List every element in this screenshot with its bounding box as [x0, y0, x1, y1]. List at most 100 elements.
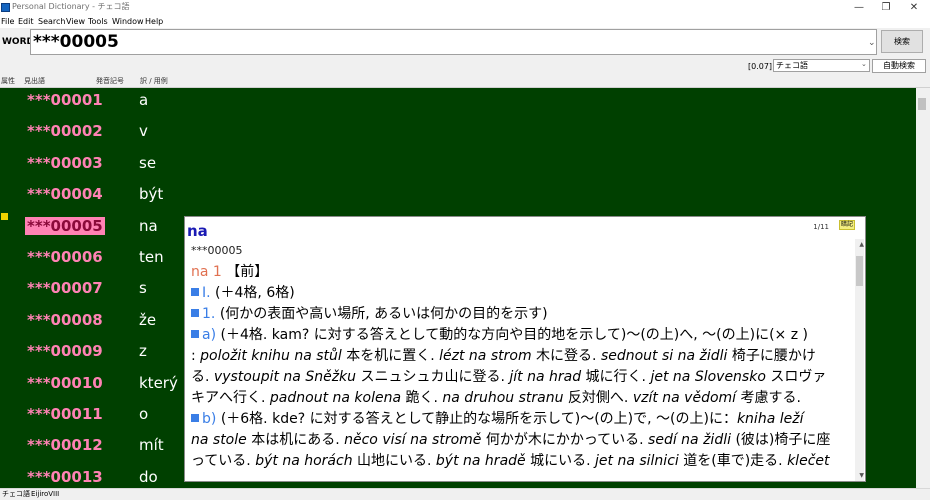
entry-word[interactable]: ten	[139, 248, 164, 266]
definition-text: (＋4格. kam? に対する答えとして動的な方向や目的地を示して)〜(の上)へ…	[220, 327, 809, 343]
status-source: EijiroVIII	[31, 490, 60, 498]
list-item[interactable]: ***00003 se	[0, 151, 916, 182]
definition-line: キアへ行く. padnout na kolena 跪く. na druhou s…	[191, 388, 849, 409]
menu-help[interactable]: Help	[145, 16, 163, 28]
search-button[interactable]: 検索	[881, 30, 923, 53]
square-bullet-icon	[191, 309, 199, 317]
entry-word[interactable]: a	[139, 91, 148, 109]
menu-tools[interactable]: Tools	[88, 16, 108, 28]
list-item[interactable]: ***00001 a	[0, 88, 916, 119]
popup-page-indicator: 1/11	[813, 223, 829, 231]
menu-window[interactable]: Window	[112, 16, 144, 28]
translation-text: 道を(車で)走る.	[678, 453, 788, 469]
definition-text: (＋6格. kde? に対する答えとして静止的な場所を示して)〜(の上)で, 〜…	[220, 411, 737, 427]
translation-text: :	[191, 348, 201, 364]
entry-word[interactable]: s	[139, 279, 147, 297]
translation-text: 何かが木にかかっている.	[481, 432, 649, 448]
entry-word[interactable]: mít	[139, 436, 164, 454]
popup-headword: na	[187, 222, 208, 240]
minimize-button[interactable]: —	[844, 0, 874, 16]
translation-text: 跪く.	[401, 390, 443, 406]
memorize-tag[interactable]: 暗記	[838, 220, 855, 230]
translation-text: 本は机にある.	[246, 432, 345, 448]
example-text: kniha leží	[736, 411, 804, 427]
popup-scroll-up-icon[interactable]: ▲	[859, 241, 864, 248]
app-icon	[1, 3, 10, 12]
column-pronunciation[interactable]: 発音記号	[96, 75, 124, 87]
translation-text: スニュシュカ山に登る.	[356, 369, 510, 385]
list-scrollbar[interactable]	[916, 88, 930, 488]
definition-line: る. vystoupit na Sněžku スニュシュカ山に登る. jít n…	[191, 367, 849, 388]
entry-code[interactable]: ***00011	[25, 405, 105, 423]
popup-scroll-down-icon[interactable]: ▼	[859, 472, 864, 479]
popup-scrollbar-thumb[interactable]	[856, 256, 863, 286]
entry-word[interactable]: v	[139, 122, 148, 140]
example-text: být na horách	[255, 453, 353, 469]
translation-text: キアへ行く.	[191, 390, 270, 406]
word-input-box[interactable]	[30, 29, 877, 55]
entry-word[interactable]: který	[139, 374, 178, 392]
status-bar: チェコ語 EijiroVIII	[0, 488, 930, 500]
maximize-button[interactable]: ❐	[871, 0, 901, 16]
menu-bar: File Edit Search View Tools Window Help	[0, 16, 930, 28]
column-attribute[interactable]: 属性	[1, 75, 15, 87]
example-text: na druhou stranu	[442, 390, 564, 406]
definition-line: : položit knihu na stůl 本を机に置く. lézt na …	[191, 346, 849, 367]
entry-code[interactable]: ***00005	[25, 216, 105, 235]
entry-word[interactable]: z	[139, 342, 147, 360]
entry-code[interactable]: ***00004	[25, 185, 105, 203]
square-bullet-icon	[191, 330, 199, 338]
entry-word[interactable]: na	[139, 217, 158, 235]
translation-text: 城に行く.	[581, 369, 651, 385]
chevron-down-icon[interactable]: ⌄	[868, 38, 876, 48]
entry-word[interactable]: do	[139, 468, 158, 486]
status-dictionary: チェコ語	[2, 490, 30, 498]
menu-search[interactable]: Search	[38, 16, 65, 28]
word-input[interactable]: ***00005	[33, 32, 119, 52]
close-button[interactable]: ✕	[899, 0, 929, 16]
list-scrollbar-thumb[interactable]	[918, 98, 926, 110]
column-translation[interactable]: 訳 / 用例	[140, 75, 168, 87]
definition-line: Ⅰ. (＋4格, 6格)	[191, 283, 849, 304]
definition-line: a) (＋4格. kam? に対する答えとして動的な方向や目的地を示して)〜(の…	[191, 325, 849, 346]
example-text: na stole	[191, 432, 247, 448]
entry-word[interactable]: se	[139, 154, 156, 172]
example-text: jet na silnici	[595, 453, 679, 469]
entry-code[interactable]: ***00010	[25, 374, 105, 392]
entry-code[interactable]: ***00001	[25, 91, 105, 109]
menu-edit[interactable]: Edit	[18, 16, 34, 28]
column-headword[interactable]: 見出語	[24, 75, 45, 87]
entry-code[interactable]: ***00007	[25, 279, 105, 297]
zoom-level: [0.07]	[748, 62, 773, 71]
definition-popup: na 1/11 暗記 ***00005 na 1 【前】 Ⅰ. (＋4格, 6格)…	[184, 216, 866, 482]
example-text: jít na hrad	[509, 369, 582, 385]
chevron-down-icon[interactable]: ⌄	[861, 60, 867, 68]
square-bullet-icon	[191, 414, 199, 422]
translation-text: スロヴァ	[765, 369, 827, 385]
sense-number: a)	[202, 327, 217, 343]
entry-word[interactable]: být	[139, 185, 163, 203]
menu-file[interactable]: File	[1, 16, 14, 28]
entry-code[interactable]: ***00002	[25, 122, 105, 140]
translation-text: 木に登る.	[531, 348, 601, 364]
list-item[interactable]: ***00002 v	[0, 119, 916, 150]
square-bullet-icon	[191, 288, 199, 296]
entry-code[interactable]: ***00009	[25, 342, 105, 360]
entry-code[interactable]: ***00008	[25, 311, 105, 329]
sense-number: b)	[202, 411, 217, 427]
list-item[interactable]: ***00004 být	[0, 182, 916, 213]
window-title: Personal Dictionary - チェコ語	[12, 2, 130, 11]
dictionary-select[interactable]: チェコ語	[773, 59, 870, 72]
entry-word[interactable]: že	[139, 311, 156, 329]
entry-code[interactable]: ***00006	[25, 248, 105, 266]
entry-code[interactable]: ***00012	[25, 436, 105, 454]
entry-code[interactable]: ***00003	[25, 154, 105, 172]
menu-view[interactable]: View	[66, 16, 85, 28]
auto-search-button[interactable]: 自動検索	[872, 59, 926, 73]
entry-code[interactable]: ***00013	[25, 468, 105, 486]
definition-line: b) (＋6格. kde? に対する答えとして静止的な場所を示して)〜(の上)で…	[191, 409, 849, 430]
example-text: klečet	[787, 453, 830, 469]
headword-number: na 1	[191, 264, 222, 280]
entry-word[interactable]: o	[139, 405, 148, 423]
definition-text: 【前】	[226, 264, 269, 280]
